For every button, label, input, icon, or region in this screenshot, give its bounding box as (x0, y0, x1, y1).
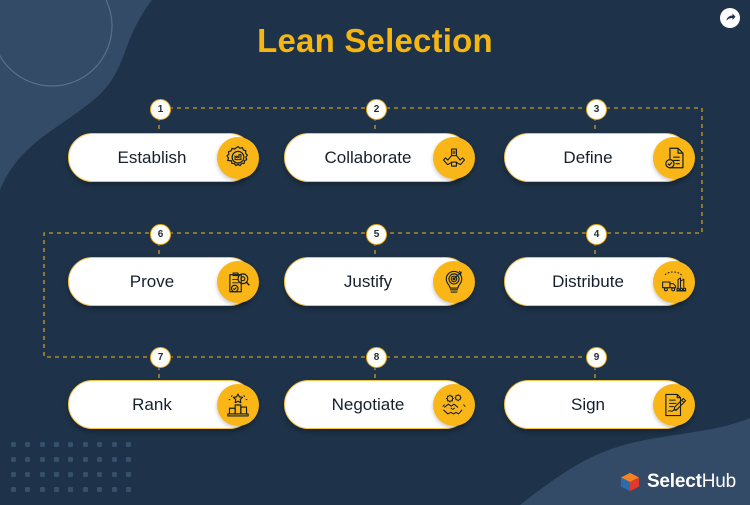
brand-logo: SelectHub (619, 471, 736, 493)
step-card-rank[interactable]: Rank (68, 380, 259, 429)
step-card-negotiate[interactable]: Negotiate (284, 380, 475, 429)
hands-collaborate-icon (433, 136, 475, 179)
step-number-label: 4 (593, 229, 600, 240)
step-card-define[interactable]: Define (504, 133, 695, 182)
step-number-label: 7 (157, 352, 164, 363)
step-number-4: 4 (586, 224, 607, 245)
infographic-canvas: Lean Selection 1 Establish 2 Collaborate… (0, 0, 750, 505)
step-card-establish[interactable]: Establish (68, 133, 259, 182)
step-number-9: 9 (586, 347, 607, 368)
podium-star-icon (217, 383, 259, 426)
share-button[interactable] (720, 8, 740, 28)
step-number-label: 3 (593, 104, 600, 115)
brand-name: SelectHub (647, 471, 736, 493)
step-card-prove[interactable]: Prove (68, 257, 259, 306)
clipboard-search-icon (217, 260, 259, 303)
step-number-8: 8 (366, 347, 387, 368)
step-card-collaborate[interactable]: Collaborate (284, 133, 475, 182)
step-number-3: 3 (586, 99, 607, 120)
step-number-label: 5 (373, 229, 380, 240)
truck-factory-icon (653, 260, 695, 303)
brand-secondary: Hub (701, 471, 736, 492)
page-title: Lean Selection (257, 22, 493, 59)
step-number-label: 8 (373, 352, 380, 363)
step-card-sign[interactable]: Sign (504, 380, 695, 429)
step-number-label: 1 (157, 104, 164, 115)
badge-seal-factory-icon (217, 136, 259, 179)
step-number-label: 2 (373, 104, 380, 115)
document-pen-icon (653, 383, 695, 426)
document-check-icon (653, 136, 695, 179)
step-number-5: 5 (366, 224, 387, 245)
step-number-label: 6 (157, 229, 164, 240)
step-number-6: 6 (150, 224, 171, 245)
step-number-7: 7 (150, 347, 171, 368)
step-number-1: 1 (150, 99, 171, 120)
handshake-gears-icon (433, 383, 475, 426)
step-number-label: 9 (593, 352, 600, 363)
step-number-2: 2 (366, 99, 387, 120)
brand-primary: Select (646, 471, 702, 492)
background-decoration (0, 0, 750, 505)
dot-grid-decoration (6, 437, 136, 497)
step-card-distribute[interactable]: Distribute (504, 257, 695, 306)
share-arrow-icon (726, 13, 736, 21)
cube-logo-icon (620, 472, 640, 492)
step-card-justify[interactable]: Justify (284, 257, 475, 306)
lightbulb-target-icon (433, 260, 475, 303)
